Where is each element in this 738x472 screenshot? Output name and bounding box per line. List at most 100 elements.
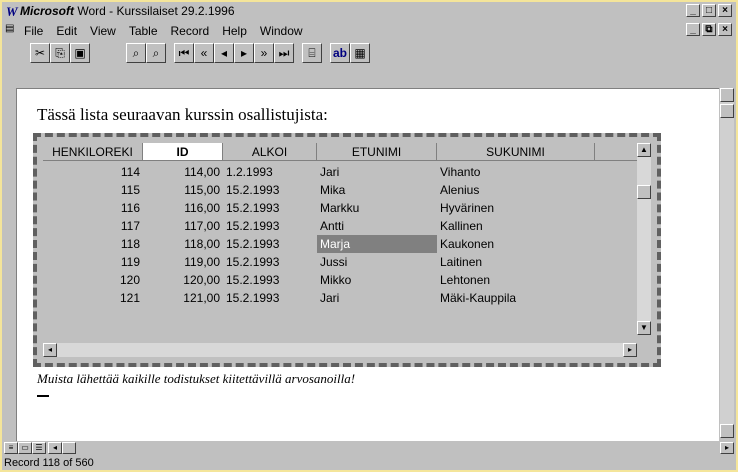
find-next-icon[interactable]: ⌕ xyxy=(146,43,166,63)
form-icon[interactable]: ▦ xyxy=(350,43,370,63)
table-vertical-scrollbar[interactable]: ▲ ▼ xyxy=(637,143,651,335)
menu-file[interactable]: File xyxy=(24,24,43,38)
field-icon[interactable]: ab xyxy=(330,43,350,63)
page-layout-view-icon[interactable]: ▭ xyxy=(18,442,32,454)
doc-scroll-down-icon[interactable] xyxy=(720,424,734,438)
prev-record-icon[interactable]: ◂ xyxy=(214,43,234,63)
find-icon[interactable]: ⌕ xyxy=(126,43,146,63)
table-cell[interactable]: 15.2.1993 xyxy=(223,199,317,217)
table-cell[interactable]: 119 xyxy=(43,253,143,271)
table-cell[interactable]: 118 xyxy=(43,235,143,253)
document-area[interactable]: Tässä lista seuraavan kurssin osallistuj… xyxy=(16,88,719,441)
scroll-right-icon[interactable]: ▸ xyxy=(623,343,637,357)
table-cell[interactable]: Jari xyxy=(317,289,437,307)
table-row[interactable]: 117 117,00 15.2.1993 Antti Kallinen xyxy=(43,217,595,235)
close-button[interactable]: × xyxy=(718,4,732,17)
hscroll-right-icon[interactable]: ▸ xyxy=(720,442,734,454)
table-cell[interactable]: 15.2.1993 xyxy=(223,271,317,289)
copy-icon[interactable]: ⎘ xyxy=(50,43,70,63)
next-page-icon[interactable]: » xyxy=(254,43,274,63)
document-vertical-scrollbar[interactable] xyxy=(720,88,734,438)
col-header-id[interactable]: ID xyxy=(143,143,223,161)
table-row[interactable]: 114 114,00 1.2.1993 Jari Vihanto xyxy=(43,163,595,181)
menu-view[interactable]: View xyxy=(90,24,116,38)
scroll-up-icon[interactable]: ▲ xyxy=(637,143,651,157)
table-cell[interactable]: Mikko xyxy=(317,271,437,289)
embedded-table-object[interactable]: HENKILOREKI ID ALKOI ETUNIMI SUKUNIMI 11… xyxy=(33,133,661,367)
table-cell[interactable]: 115,00 xyxy=(143,181,223,199)
table-cell[interactable]: 15.2.1993 xyxy=(223,217,317,235)
minimize-button[interactable]: _ xyxy=(686,4,700,17)
table-cell[interactable]: 121 xyxy=(43,289,143,307)
table-horizontal-scrollbar[interactable]: ◂ ▸ xyxy=(43,343,637,357)
table-cell[interactable]: 1.2.1993 xyxy=(223,163,317,181)
table-row[interactable]: 116 116,00 15.2.1993 Markku Hyvärinen xyxy=(43,199,595,217)
menu-edit[interactable]: Edit xyxy=(56,24,77,38)
table-cell[interactable]: Vihanto xyxy=(437,163,595,181)
doc-scroll-up-icon[interactable] xyxy=(720,88,734,102)
table-row[interactable]: 115 115,00 15.2.1993 Mika Alenius xyxy=(43,181,595,199)
table-cell[interactable]: Kallinen xyxy=(437,217,595,235)
doc-close-button[interactable]: × xyxy=(718,23,732,36)
table-cell[interactable]: 114,00 xyxy=(143,163,223,181)
table-cell[interactable]: 116 xyxy=(43,199,143,217)
table-cell[interactable]: Hyvärinen xyxy=(437,199,595,217)
table-cell[interactable]: Markku xyxy=(317,199,437,217)
last-record-icon[interactable]: ⏭ xyxy=(274,43,294,63)
table-cell[interactable]: 115 xyxy=(43,181,143,199)
table-cell[interactable]: 116,00 xyxy=(143,199,223,217)
cut-icon[interactable]: ✂ xyxy=(30,43,50,63)
normal-view-icon[interactable]: ≡ xyxy=(4,442,18,454)
table-row[interactable]: 119 119,00 15.2.1993 Jussi Laitinen xyxy=(43,253,595,271)
doc-minimize-button[interactable]: _ xyxy=(686,23,700,36)
table-cell[interactable]: 120,00 xyxy=(143,271,223,289)
maximize-button[interactable]: □ xyxy=(702,4,716,17)
table-cell[interactable]: 119,00 xyxy=(143,253,223,271)
table-row[interactable]: 121 121,00 15.2.1993 Jari Mäki-Kauppila xyxy=(43,289,595,307)
table-cell[interactable]: Jari xyxy=(317,163,437,181)
table-row[interactable]: 120 120,00 15.2.1993 Mikko Lehtonen xyxy=(43,271,595,289)
menu-help[interactable]: Help xyxy=(222,24,247,38)
table-cell[interactable]: 15.2.1993 xyxy=(223,181,317,199)
col-header-henkilorekisteri[interactable]: HENKILOREKI xyxy=(43,143,143,161)
table-cell[interactable]: 15.2.1993 xyxy=(223,235,317,253)
table-cell[interactable]: Marja xyxy=(317,235,437,253)
document-icon[interactable]: ▤ xyxy=(5,23,19,36)
table-cell[interactable]: Mäki-Kauppila xyxy=(437,289,595,307)
word-app-icon[interactable]: W xyxy=(6,4,18,20)
table-cell[interactable]: Kaukonen xyxy=(437,235,595,253)
hscroll-thumb[interactable] xyxy=(62,442,76,454)
table-cell[interactable]: 118,00 xyxy=(143,235,223,253)
table-row[interactable]: 118 118,00 15.2.1993 Marja Kaukonen xyxy=(43,235,595,253)
col-header-etunimi[interactable]: ETUNIMI xyxy=(317,143,437,161)
paste-icon[interactable]: ▣ xyxy=(70,43,90,63)
menu-table[interactable]: Table xyxy=(129,24,158,38)
table-cell[interactable]: Mika xyxy=(317,181,437,199)
table-cell[interactable]: Lehtonen xyxy=(437,271,595,289)
table-cell[interactable]: 114 xyxy=(43,163,143,181)
table-cell[interactable]: 121,00 xyxy=(143,289,223,307)
col-header-sukunimi[interactable]: SUKUNIMI xyxy=(437,143,595,161)
table-cell[interactable]: 117,00 xyxy=(143,217,223,235)
prev-page-icon[interactable]: « xyxy=(194,43,214,63)
col-header-alkoi[interactable]: ALKOI xyxy=(223,143,317,161)
table-cell[interactable]: 120 xyxy=(43,271,143,289)
menu-window[interactable]: Window xyxy=(260,24,303,38)
table-cell[interactable]: 117 xyxy=(43,217,143,235)
print-preview-icon[interactable]: ⌸ xyxy=(302,43,322,63)
table-cell[interactable]: Antti xyxy=(317,217,437,235)
scroll-down-icon[interactable]: ▼ xyxy=(637,321,651,335)
table-cell[interactable]: Laitinen xyxy=(437,253,595,271)
menu-record[interactable]: Record xyxy=(171,24,210,38)
scroll-thumb[interactable] xyxy=(637,185,651,199)
outline-view-icon[interactable]: ☰ xyxy=(32,442,46,454)
doc-scroll-thumb[interactable] xyxy=(720,104,734,118)
next-record-icon[interactable]: ▸ xyxy=(234,43,254,63)
table-cell[interactable]: 15.2.1993 xyxy=(223,289,317,307)
doc-restore-button[interactable]: ⧉ xyxy=(702,23,716,36)
scroll-left-icon[interactable]: ◂ xyxy=(43,343,57,357)
table-cell[interactable]: 15.2.1993 xyxy=(223,253,317,271)
table-cell[interactable]: Jussi xyxy=(317,253,437,271)
first-record-icon[interactable]: ⏮ xyxy=(174,43,194,63)
table-cell[interactable]: Alenius xyxy=(437,181,595,199)
